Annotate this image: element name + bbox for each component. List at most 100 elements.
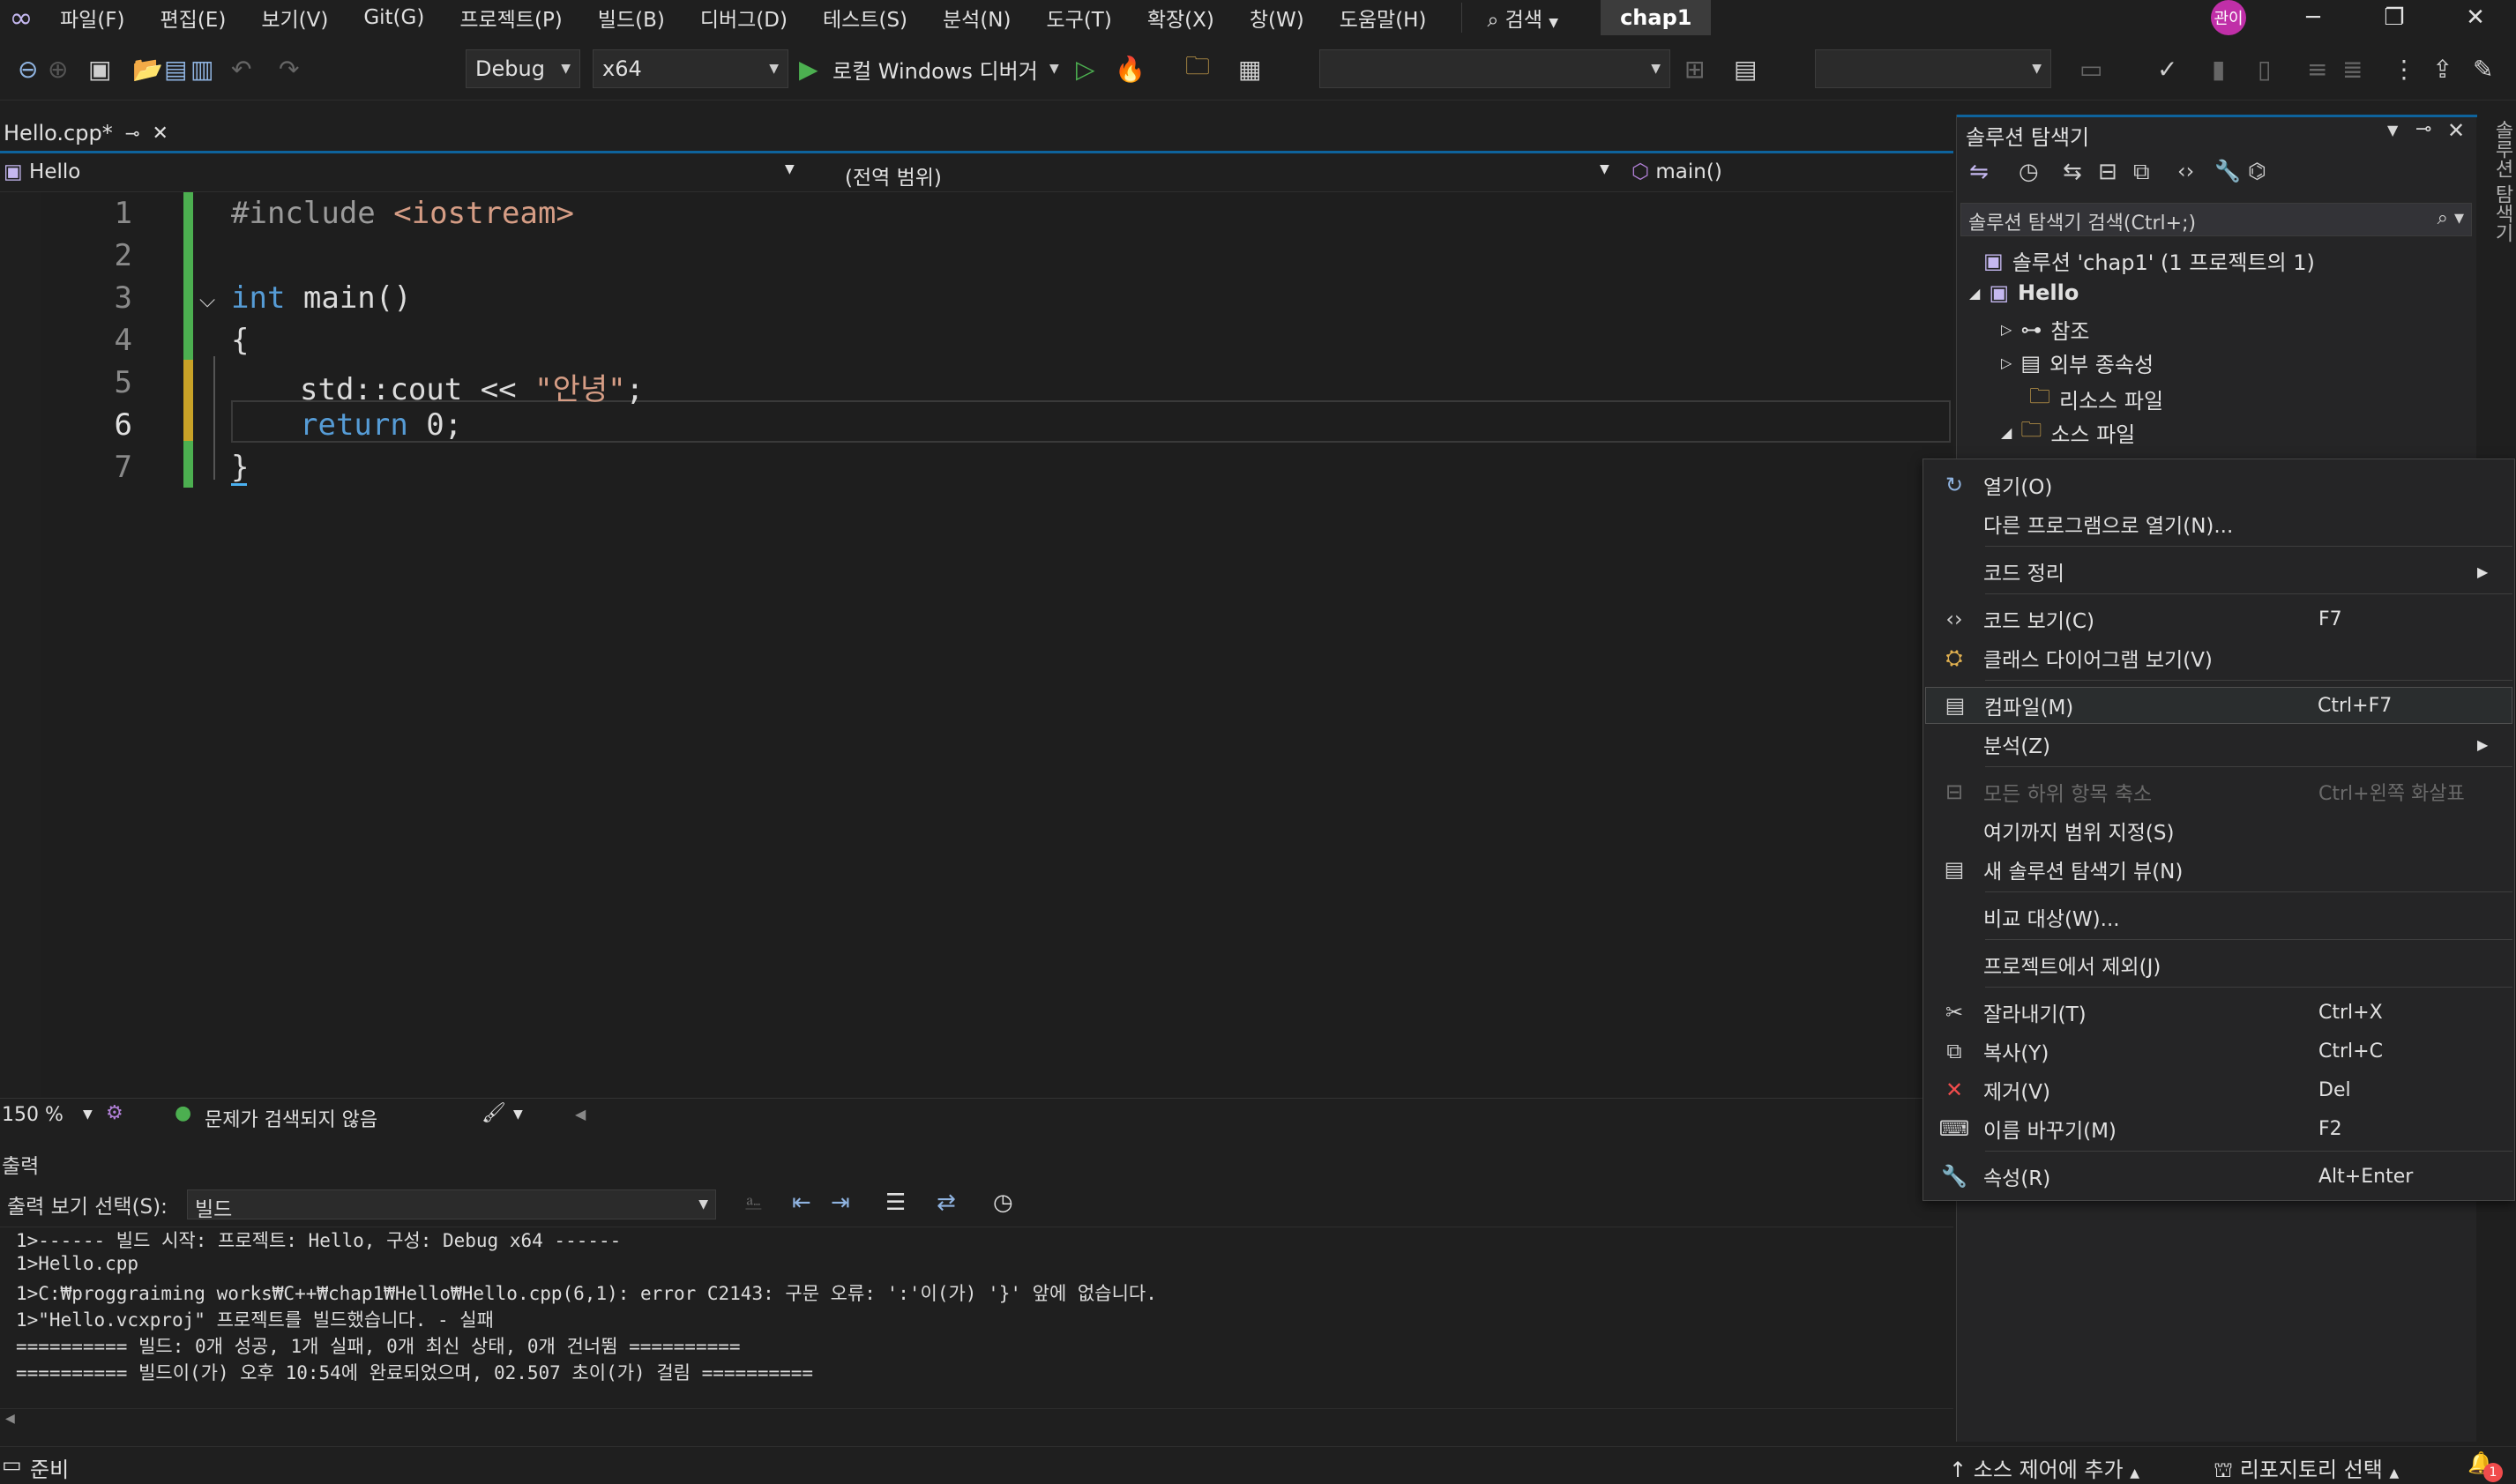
menu-item-compare-with[interactable]: 비교 대상(W)... [1925,899,2512,936]
toolbar-overflow-icon[interactable]: ⋮ [2392,51,2416,86]
redo-icon[interactable]: ↷ [279,51,299,86]
window-layout-icon[interactable]: ▤ [1734,51,1757,86]
clear-all-icon[interactable]: ☰ [885,1189,906,1216]
menu-view[interactable]: 보기(V) [243,3,346,33]
menu-item-remove[interactable]: ✕ 제거(V) Del [1925,1071,2512,1108]
switch-views-icon[interactable]: ⇋ [1969,159,1989,185]
tree-solution[interactable]: ▣ 솔루션 'chap1' (1 프로젝트의 1) [1983,245,2315,276]
zoom-select[interactable]: 150 % [2,1104,63,1126]
chevron-down-icon[interactable]: ▼ [785,162,795,176]
pending-changes-icon[interactable]: ◷ [2019,159,2039,185]
output-source-select[interactable]: 빌드 ▼ [187,1189,716,1221]
collapse-chevron-icon[interactable]: ⌵ [199,287,215,312]
feedback-icon[interactable]: ✎ [2473,51,2493,86]
code-cleanup-icon[interactable]: 🖌 [482,1102,506,1124]
project-nav-dropdown[interactable]: ▣ Hello [4,160,80,183]
minimize-button[interactable]: ─ [2273,4,2354,31]
menu-item-view-code[interactable]: ‹› 코드 보기(C) F7 [1925,600,2512,638]
close-panel-icon[interactable]: ✕ [2447,118,2465,143]
previous-message-icon[interactable]: ⇤ [792,1189,811,1216]
bookmark-icon[interactable]: ▮ [2212,51,2225,86]
chevron-down-icon[interactable]: ▼ [1049,51,1059,86]
solution-explorer-side-tab[interactable]: 솔루션 탐색기 [2480,115,2516,256]
chevron-down-icon[interactable]: ▼ [83,1107,93,1122]
scope-nav-dropdown[interactable]: (전역 범위) [845,160,942,190]
menu-file[interactable]: 파일(F) [42,3,143,33]
menu-item-code-cleanup[interactable]: 코드 정리 ▶ [1925,553,2512,590]
timestamp-icon[interactable]: ◷ [993,1189,1013,1216]
next-message-icon[interactable]: ⇥ [831,1189,850,1216]
menu-item-compile[interactable]: ▤ 컴파일(M) Ctrl+F7 [1925,687,2512,724]
secondary-combo[interactable]: ▼ [1815,49,2051,88]
member-nav-dropdown[interactable]: ⬡ main() [1631,160,1722,183]
intellicode-icon[interactable]: ⚙ [106,1102,123,1124]
menu-item-view-class-diagram[interactable]: ⛭ 클래스 다이어그램 보기(V) [1925,639,2512,676]
scroll-left-icon[interactable]: ◀ [0,1412,15,1426]
new-project-icon[interactable]: ▣ [88,51,111,86]
chevron-down-icon[interactable]: ▼ [513,1107,523,1122]
hot-reload-icon[interactable]: 🔥 [1115,51,1146,86]
menu-item-rename[interactable]: ⌨ 이름 바꾸기(M) F2 [1925,1110,2512,1147]
go-to-error-icon[interactable]: ⎁ [744,1189,763,1217]
solution-folder-icon[interactable]: 🗀 [1185,51,1210,86]
menu-edit[interactable]: 편집(E) [143,3,244,33]
configuration-select[interactable]: Debug ▼ [466,49,580,88]
menu-extensions[interactable]: 확장(X) [1130,3,1232,33]
select-repository-button[interactable]: ⛫ 리포지토리 선택 ▲ [2214,1452,2399,1484]
menu-build[interactable]: 빌드(B) [580,3,683,33]
tree-source-files[interactable]: ◢ 🗀 소스 파일 [2001,414,2135,451]
share-icon[interactable]: ⇪ [2432,51,2453,86]
menu-window[interactable]: 창(W) [1232,3,1322,33]
chevron-down-icon[interactable]: ▼ [1600,162,1609,176]
solution-search-input[interactable]: 솔루션 탐색기 검색(Ctrl+;) ⌕ ▾ [1960,203,2472,236]
indent-icon[interactable]: ≡ [2307,51,2327,86]
menu-item-open-with[interactable]: 다른 프로그램으로 열기(N)... [1925,505,2512,542]
debugger-target-label[interactable]: 로컬 Windows 디버거 [832,51,1038,86]
search-button[interactable]: ⌕ 검색 ▼ [1461,3,1583,33]
comment-icon[interactable]: ▭ [2079,51,2102,86]
collapse-all-icon[interactable]: ⊟ [2098,159,2117,185]
issues-status[interactable]: 문제가 검색되지 않음 [205,1104,377,1132]
menu-project[interactable]: 프로젝트(P) [442,3,579,33]
show-all-files-icon[interactable]: ⧉ [2133,159,2150,186]
menu-item-new-solution-explorer-view[interactable]: ▤ 새 솔루션 탐색기 뷰(N) [1925,851,2512,888]
open-file-icon[interactable]: 📂 [132,51,163,86]
navigate-forward-icon[interactable]: ⊕ [48,51,68,86]
menu-help[interactable]: 도움말(H) [1322,3,1445,33]
avatar[interactable]: 관이 [2211,0,2246,35]
spell-check-icon[interactable]: ✓ [2157,51,2177,86]
navigate-back-icon[interactable]: ⊖ [18,51,38,86]
output-horizontal-scrollbar[interactable]: ◀ [0,1408,1953,1431]
menu-item-open[interactable]: ↻ 열기(O) [1925,466,2512,503]
sync-icon[interactable]: ⇆ [2063,159,2082,185]
start-debugging-icon[interactable]: ▶ [799,51,818,86]
save-all-icon[interactable]: ▥ [190,51,213,86]
menu-item-copy[interactable]: ⧉ 복사(Y) Ctrl+C [1925,1033,2512,1070]
preview-icon[interactable]: ⌬ [2248,159,2266,183]
menu-tools[interactable]: 도구(T) [1029,3,1130,33]
scroll-left-icon[interactable]: ◀ [575,1106,586,1122]
pin-icon[interactable]: ⊸ [125,123,140,144]
pin-icon[interactable]: ⊸ [2415,118,2431,140]
menu-debug[interactable]: 디버그(D) [683,3,805,33]
word-wrap-icon[interactable]: ⇄ [937,1189,956,1216]
undo-icon[interactable]: ↶ [231,51,251,86]
add-source-control-button[interactable]: ↑ 소스 제어에 추가 ▲ [1949,1452,2139,1483]
layout-icon[interactable]: ▦ [1238,51,1261,86]
menu-item-exclude-from-project[interactable]: 프로젝트에서 제외(J) [1925,946,2512,983]
restore-button[interactable]: ❐ [2354,4,2435,31]
tree-references[interactable]: ▷ ⊶ 참조 [2001,314,2089,345]
bookmark-prev-icon[interactable]: ▯ [2258,51,2271,86]
outdent-icon[interactable]: ≣ [2342,51,2363,86]
menu-item-analyze[interactable]: 분석(Z) ▶ [1925,726,2512,763]
properties-wrench-icon[interactable]: 🔧 [2214,159,2241,183]
chevron-down-icon[interactable]: ▼ [2387,122,2398,138]
tree-project-hello[interactable]: ◢ ▣ Hello [1969,280,2079,305]
view-code-icon[interactable]: ‹› [2177,159,2194,183]
save-icon[interactable]: ▤ [164,51,187,86]
tree-resource-files[interactable]: 🗀 리소스 파일 [2029,381,2163,417]
tree-external-dependencies[interactable]: ▷ ▤ 외부 종속성 [2001,347,2154,378]
menu-analyze[interactable]: 분석(N) [925,3,1028,33]
menu-item-cut[interactable]: ✂ 잘라내기(T) Ctrl+X [1925,994,2512,1031]
gift-icon[interactable]: ⊞ [1684,51,1705,86]
